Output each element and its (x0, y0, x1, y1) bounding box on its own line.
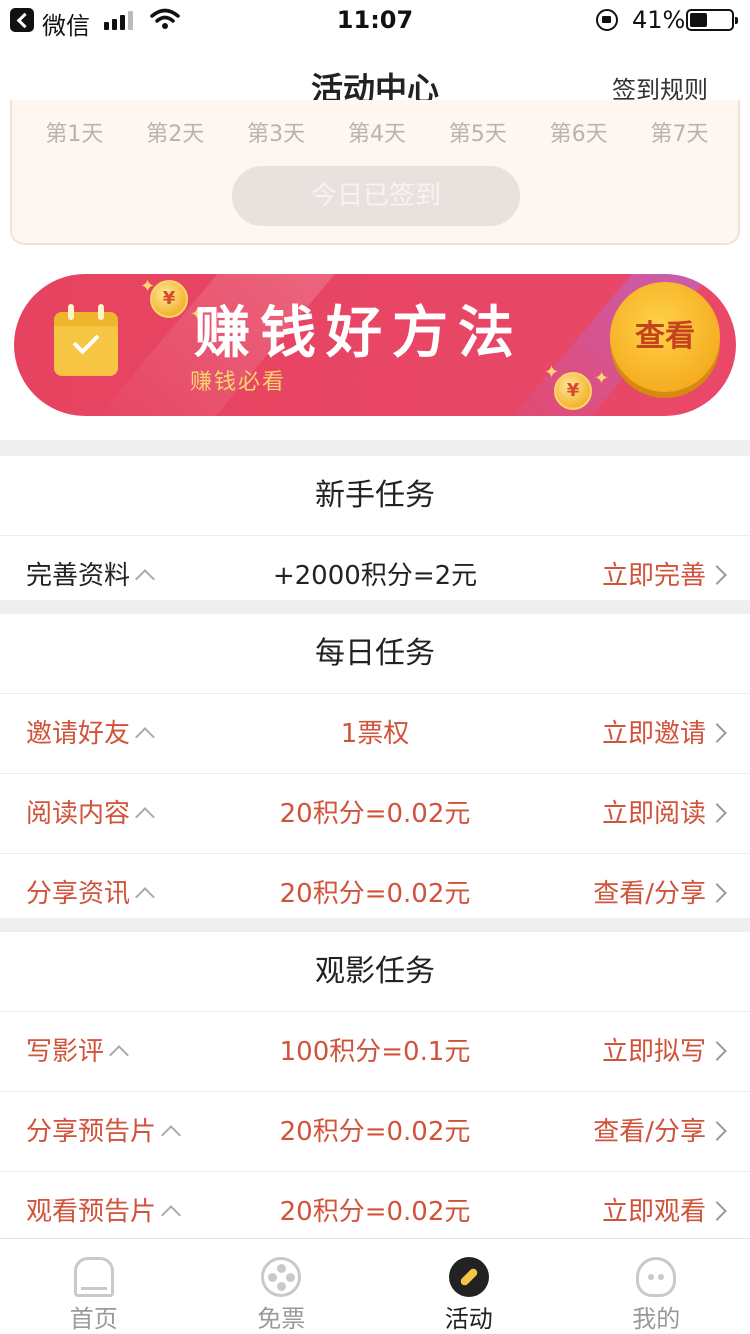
checked-in-button[interactable]: 今日已签到 (232, 166, 520, 226)
face-icon (636, 1257, 677, 1297)
task-row[interactable]: 邀请好友 1票权 立即邀请 (0, 694, 750, 774)
sparkle-icon: ✦ (140, 276, 156, 297)
checkin-day: 第2天 (146, 122, 205, 147)
tab-label: 我的 (632, 1305, 681, 1333)
banner-title: 赚钱好方法 (194, 301, 524, 366)
tab-label: 活动 (444, 1305, 493, 1333)
checkin-day: 第5天 (448, 122, 507, 147)
section-title: 观影任务 (0, 932, 750, 1012)
tab-label: 首页 (69, 1305, 118, 1333)
task-action[interactable]: 查看/分享 (593, 1092, 706, 1172)
calendar-check-icon (54, 304, 118, 376)
sparkle-icon: ✦ (594, 368, 610, 389)
task-action[interactable]: 立即邀请 (602, 694, 706, 774)
tab-free-tickets[interactable]: 免票 (188, 1239, 376, 1334)
view-button[interactable]: 查看 (610, 282, 720, 392)
tab-home[interactable]: 首页 (0, 1239, 188, 1334)
banner-subtitle: 赚钱必看 (190, 370, 287, 395)
battery-percent: 41% (632, 6, 686, 34)
checkin-day: 第1天 (45, 122, 104, 147)
checkin-card: 第1天 第2天 第3天 第4天 第5天 第6天 第7天 今日已签到 (10, 100, 740, 245)
newbie-tasks-section: 新手任务 完善资料 +2000积分=2元 立即完善 (0, 456, 750, 616)
task-action[interactable]: 立即拟写 (602, 1012, 706, 1092)
section-title: 新手任务 (0, 456, 750, 536)
sparkle-icon: ✦ (544, 362, 560, 383)
checkin-day: 第7天 (650, 122, 709, 147)
compass-icon (448, 1257, 489, 1297)
coin-icon: ¥ (150, 280, 188, 318)
home-icon (73, 1257, 114, 1297)
checkin-days: 第1天 第2天 第3天 第4天 第5天 第6天 第7天 (12, 116, 738, 148)
task-action[interactable]: 立即阅读 (602, 774, 706, 854)
movie-tasks-section: 观影任务 写影评 100积分=0.1元 立即拟写 分享预告片 20积分=0.02… (0, 932, 750, 1252)
status-bar: 微信 11:07 41% (0, 0, 750, 40)
section-divider (0, 440, 750, 456)
task-row[interactable]: 分享预告片 20积分=0.02元 查看/分享 (0, 1092, 750, 1172)
film-reel-icon (261, 1257, 302, 1297)
section-divider (0, 600, 750, 614)
checkin-day: 第6天 (549, 122, 608, 147)
task-row[interactable]: 写影评 100积分=0.1元 立即拟写 (0, 1012, 750, 1092)
coin-icon: ¥ (554, 372, 592, 410)
earn-money-banner[interactable]: ¥ ✦ ✦ 赚钱好方法 赚钱必看 ¥ ✦ ✦ 查看 (14, 274, 736, 416)
task-row[interactable]: 阅读内容 20积分=0.02元 立即阅读 (0, 774, 750, 854)
tab-mine[interactable]: 我的 (563, 1239, 750, 1334)
tab-activity[interactable]: 活动 (375, 1239, 563, 1334)
section-divider (0, 918, 750, 932)
section-title: 每日任务 (0, 614, 750, 694)
tab-label: 免票 (257, 1305, 306, 1333)
rotation-lock-icon (596, 9, 618, 31)
checkin-day: 第4天 (347, 122, 406, 147)
tab-bar: 首页 免票 活动 我的 (0, 1238, 750, 1334)
checkin-day: 第3天 (247, 122, 306, 147)
battery-icon (686, 9, 738, 31)
daily-tasks-section: 每日任务 邀请好友 1票权 立即邀请 阅读内容 20积分=0.02元 立即阅读 … (0, 614, 750, 934)
